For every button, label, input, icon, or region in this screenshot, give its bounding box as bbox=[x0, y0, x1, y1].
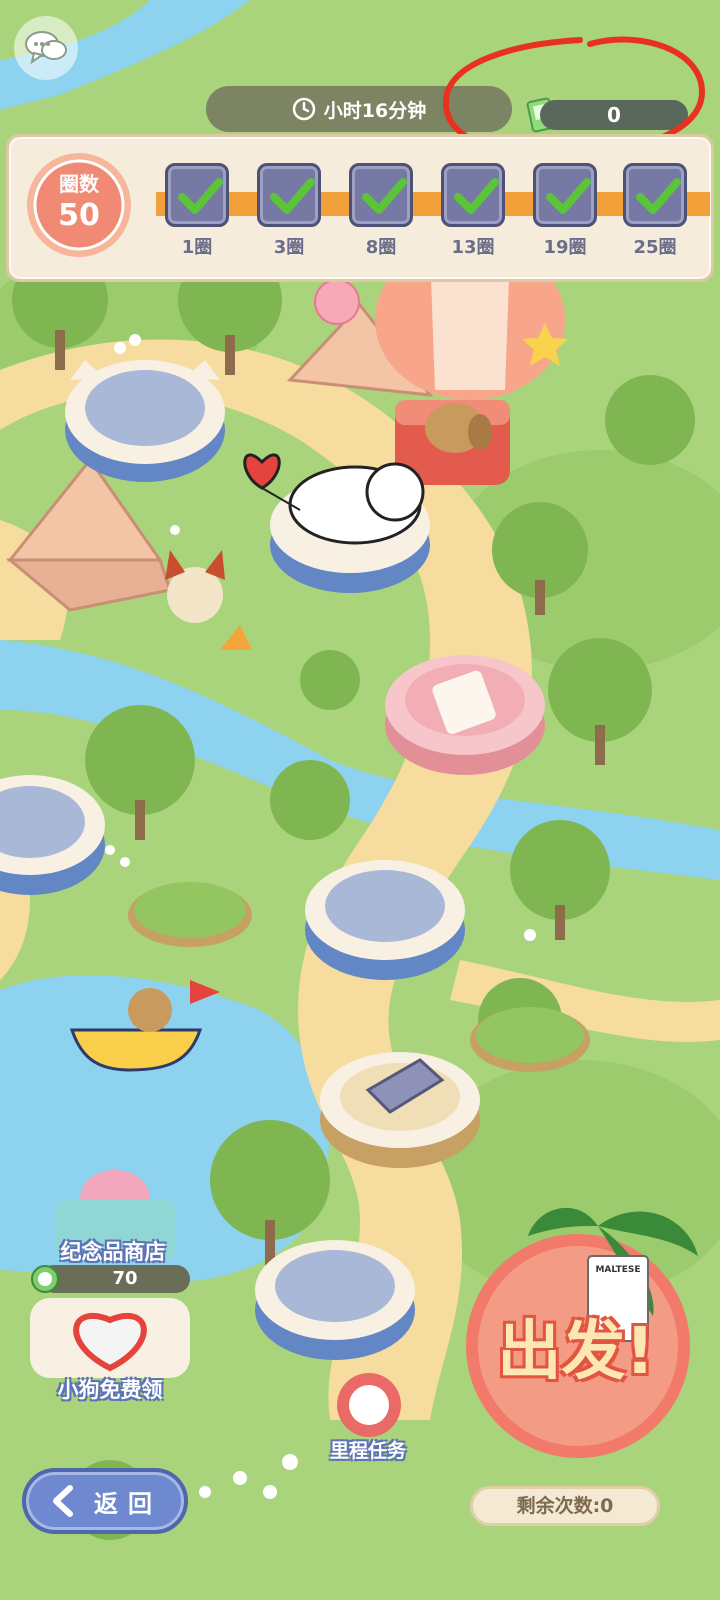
reward-slot-4[interactable] bbox=[441, 163, 505, 227]
remaining-attempts: 剩余次数:0 bbox=[470, 1486, 660, 1526]
reward-label: 13圈 bbox=[451, 237, 495, 258]
stage-node-5[interactable] bbox=[305, 860, 465, 980]
go-label[interactable]: 出发! bbox=[476, 1300, 676, 1392]
check-icon bbox=[454, 178, 499, 214]
milestone-button[interactable] bbox=[330, 1372, 408, 1438]
reward-label: 1圈 bbox=[181, 237, 213, 258]
reward-slot-6[interactable] bbox=[623, 163, 687, 227]
rounds-label: 圈数 bbox=[59, 172, 99, 196]
shop-coin-count: 70 bbox=[40, 1265, 190, 1293]
check-icon bbox=[178, 178, 223, 214]
back-label: 返回 bbox=[94, 1489, 162, 1518]
ticket-brand-text: MALTESE bbox=[595, 1265, 640, 1275]
stage-node-6[interactable] bbox=[320, 1052, 480, 1168]
chat-bubbles-icon bbox=[25, 31, 67, 65]
stage-node-3[interactable] bbox=[385, 655, 545, 775]
check-icon bbox=[546, 178, 591, 214]
souvenir-shop-button[interactable]: 纪念品商店 bbox=[28, 1236, 198, 1266]
clock-icon bbox=[292, 97, 316, 121]
back-arrow-icon bbox=[53, 1485, 73, 1517]
heart-balloon bbox=[314, 279, 360, 325]
reward-slot-3[interactable] bbox=[349, 163, 413, 227]
reward-label: 25圈 bbox=[633, 237, 677, 258]
stage-node-7[interactable] bbox=[255, 1240, 415, 1360]
reward-slot-1[interactable] bbox=[165, 163, 229, 227]
reward-label: 3圈 bbox=[273, 237, 305, 258]
check-icon bbox=[362, 178, 407, 214]
check-icon bbox=[270, 178, 315, 214]
reward-label: 19圈 bbox=[543, 237, 587, 258]
milestone-label[interactable]: 里程任务 bbox=[308, 1436, 428, 1463]
reward-label: 8圈 bbox=[365, 237, 397, 258]
check-icon bbox=[636, 178, 681, 214]
free-dog-card[interactable] bbox=[30, 1298, 190, 1378]
timer-text: 小时16分钟 bbox=[323, 99, 427, 122]
coin-icon bbox=[31, 1265, 59, 1293]
back-button[interactable]: 返回 bbox=[22, 1468, 188, 1534]
chat-button[interactable] bbox=[14, 16, 78, 80]
stage-node-1[interactable] bbox=[65, 360, 225, 482]
free-dog-label[interactable]: 小狗免费领 bbox=[20, 1374, 200, 1404]
reward-slot-5[interactable] bbox=[533, 163, 597, 227]
rounds-value: 50 bbox=[58, 198, 100, 233]
reward-slot-2[interactable] bbox=[257, 163, 321, 227]
